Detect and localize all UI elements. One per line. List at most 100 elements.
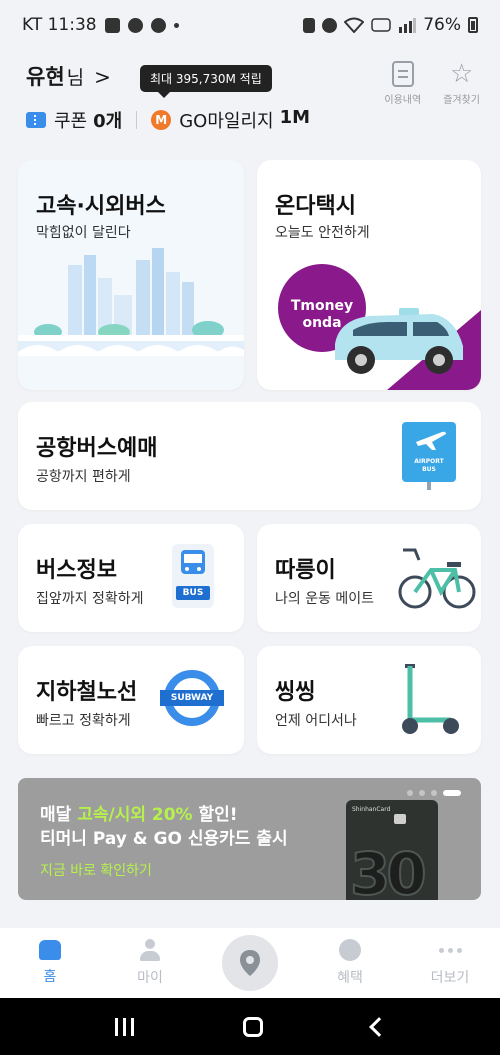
notification-dot-icon [173, 22, 179, 28]
history-button[interactable]: 이용내역 [384, 61, 421, 106]
taxi-brand-line1: Tmoney [290, 298, 354, 314]
bottom-navigation: 홈 마이 혜택 더보기 [0, 928, 500, 998]
history-label: 이용내역 [384, 95, 422, 106]
back-button[interactable] [368, 1016, 389, 1037]
mileage-value: 1M [279, 107, 311, 128]
talk-icon [150, 17, 166, 33]
location-pin-icon [240, 950, 260, 976]
user-name: 유현 [26, 65, 65, 89]
nav-more-label: 더보기 [430, 970, 470, 986]
card-title: 공항버스예매 [36, 436, 158, 461]
user-profile-link[interactable]: 유현 님 > [26, 61, 111, 91]
mileage-tooltip: 최대 395,730M 적립 [140, 65, 272, 98]
coupon-link[interactable]: 쿠폰 0개 [54, 107, 122, 133]
ssingssing-scooter-card[interactable]: 씽씽 언제 어디서나 [257, 646, 481, 754]
bus-stop-sign-icon: BUS [172, 544, 214, 608]
page-dot-active [443, 790, 461, 796]
ddareungi-bike-card[interactable]: 따릉이 나의 운동 메이트 [257, 524, 481, 632]
alarm-icon [322, 17, 338, 33]
chevron-right-icon: > [94, 65, 111, 89]
nav-home-label: 홈 [43, 969, 57, 985]
banner-prefix: 매달 [40, 805, 78, 825]
favorites-label: 즐겨찾기 [443, 95, 480, 106]
location-button[interactable] [222, 935, 278, 991]
gallery-icon [104, 17, 120, 33]
card-title: 버스정보 [36, 558, 117, 583]
battery-percent: 76% [423, 15, 461, 35]
banner-suffix: 할인! [192, 805, 238, 825]
card-subtitle: 언제 어디서나 [275, 713, 357, 729]
card-number: 30 [349, 839, 428, 900]
airport-bus-card[interactable]: 공항버스예매 공항까지 편하게 AIRPORT BUS [18, 402, 481, 510]
taxi-illustration [278, 264, 481, 390]
battery-icon [468, 17, 478, 33]
hd-icon [371, 18, 391, 32]
card-subtitle: 집앞까지 정확하게 [36, 591, 144, 607]
banner-link[interactable]: 지금 바로 확인하기 [40, 860, 152, 880]
star-icon: ☆ [449, 59, 474, 89]
signal-icon [399, 18, 417, 33]
status-bar: KT 11:38 76% [0, 0, 500, 50]
card-subtitle: 빠르고 정확하게 [36, 713, 131, 729]
banner-headline-2: 티머니 Pay & GO 신용카드 출시 [40, 829, 288, 849]
lock-icon [303, 17, 316, 33]
home-button[interactable] [242, 1016, 263, 1037]
banner-headline-1: 매달 고속/시외 20% 할인! [40, 800, 238, 825]
card-title: 따릉이 [275, 558, 336, 583]
kick-scooter-icon [402, 664, 459, 734]
mileage-label: GO마일리지 [179, 111, 274, 132]
bicycle-icon [398, 548, 476, 609]
card-brand: ShinhanCard [352, 806, 391, 813]
nav-my-label: 마이 [137, 970, 163, 986]
credit-card-image: ShinhanCard 30 [346, 800, 438, 900]
card-subtitle: 나의 운동 메이트 [275, 591, 375, 607]
system-navigation-bar [0, 998, 500, 1055]
nav-benefit[interactable]: 혜택 [300, 928, 400, 998]
promo-banner[interactable]: 매달 고속/시외 20% 할인! 티머니 Pay & GO 신용카드 출시 지금… [18, 778, 481, 900]
favorites-button[interactable]: ☆ 즐겨찾기 [443, 61, 480, 106]
nav-more[interactable]: 더보기 [400, 928, 500, 998]
nav-benefit-label: 혜택 [337, 970, 363, 986]
city-skyline-illustration [18, 248, 244, 356]
message-icon [127, 17, 143, 33]
airport-badge-line1: AIRPORT [414, 458, 444, 465]
page-dot [419, 790, 425, 796]
wifi-icon [344, 17, 365, 33]
banner-pagination [407, 790, 461, 796]
recent-apps-button[interactable] [114, 1017, 134, 1036]
nav-my[interactable]: 마이 [100, 928, 200, 998]
more-dots-icon [438, 939, 462, 961]
mileage-link[interactable]: GO마일리지 1M [179, 107, 310, 133]
onda-taxi-card[interactable]: 온다택시 오늘도 안전하게 Tmoney onda [257, 160, 481, 390]
card-chip-icon [394, 814, 406, 824]
bus-info-card[interactable]: 버스정보 집앞까지 정확하게 BUS [18, 524, 244, 632]
airport-badge-text: AIRPORT BUS [402, 458, 456, 474]
coupon-icon [26, 112, 46, 128]
express-bus-card[interactable]: 고속·시외버스 막힘없이 달린다 [18, 160, 244, 390]
airport-badge-line2: BUS [422, 466, 436, 473]
subway-map-card[interactable]: 지하철노선 빠르고 정확하게 SUBWAY [18, 646, 244, 754]
bus-badge: BUS [176, 586, 210, 600]
header: 유현 님 > 최대 395,730M 적립 이용내역 ☆ 즐겨찾기 쿠폰 0개 … [0, 55, 500, 150]
bus-icon [181, 550, 205, 574]
document-icon [391, 61, 414, 87]
card-subtitle: 공항까지 편하게 [36, 469, 131, 485]
user-suffix: 님 [66, 67, 85, 89]
airplane-icon [416, 431, 446, 450]
subway-badge: SUBWAY [160, 690, 224, 706]
divider [136, 111, 138, 129]
benefit-badge-icon [339, 939, 361, 961]
mileage-icon: M [151, 110, 172, 130]
carrier-time: KT 11:38 [22, 15, 97, 35]
home-icon [39, 940, 61, 960]
page-dot [431, 790, 437, 796]
card-title: 지하철노선 [36, 680, 138, 705]
card-title: 씽씽 [275, 680, 316, 705]
taxi-brand-logo: Tmoney onda [289, 298, 355, 332]
banner-highlight: 고속/시외 20% [77, 805, 193, 825]
page-dot [407, 790, 413, 796]
coupon-label: 쿠폰 [54, 111, 88, 132]
person-icon [140, 939, 160, 961]
nav-home[interactable]: 홈 [0, 928, 100, 998]
airport-bus-sign-icon: AIRPORT BUS [402, 422, 456, 490]
